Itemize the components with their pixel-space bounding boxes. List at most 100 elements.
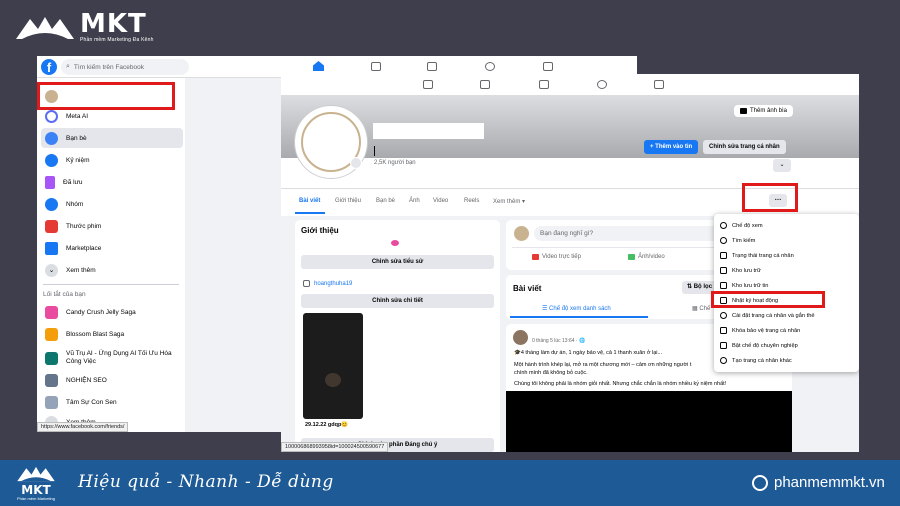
add-cover-label: Thêm ảnh bìa [750,108,788,114]
brand-sub: Phần mềm Marketing Đa Kênh [80,37,154,43]
camera-icon[interactable] [350,157,362,169]
home-icon[interactable] [423,80,433,89]
tab-videos[interactable]: Video [433,198,448,204]
edit-profile-button[interactable]: Chỉnh sửa trang cá nhân [703,140,786,154]
mkt-brand: MKT Phần mềm Marketing Đa Kênh [14,11,154,43]
menu-item-label: Tạo trang cá nhân khác [732,357,792,364]
sidebar-item-friends[interactable]: Bạn bè [41,128,183,148]
edit-details-button[interactable]: Chỉnh sửa chi tiết [301,294,494,308]
filter-label: Bộ lọc [693,284,713,290]
groups-icon[interactable] [485,62,495,71]
edit-bio-button[interactable]: Chỉnh sửa tiểu sử [301,255,494,269]
eye-icon [720,222,727,229]
chevron-down-icon: ⌄ [45,263,58,277]
live-video-label: Video trực tiếp [542,254,581,260]
facebook-logo-icon[interactable]: f [41,59,57,75]
instagram-icon [303,280,310,287]
menu-item-story-archive[interactable]: Kho lưu trữ tin [720,282,768,289]
sidebar-item-label: Meta AI [66,112,89,120]
shortcut-label: Vũ Trụ AI - Ứng Dụng AI Tối Ưu Hóa Công … [66,350,172,365]
instagram-link[interactable]: hoangthuha19 [303,280,352,287]
gaming-icon[interactable] [543,62,553,71]
sidebar-item-label: Nhóm [66,200,84,208]
search-input[interactable]: ⌕ Tìm kiếm trên Facebook [61,59,189,75]
menu-item-profile-settings[interactable]: Cài đặt trang cá nhân và gắn thẻ [720,312,815,319]
live-video-button[interactable]: Video trực tiếp [532,254,581,260]
divider [43,284,179,285]
status-url: 100006868993958id=100024500590677 [281,442,389,452]
shortcut-tam-su[interactable]: Tâm Sự Con Sen [41,392,183,412]
shortcut-label: Tâm Sự Con Sen [66,398,117,406]
highlight-more-button-box [742,183,798,212]
post-media[interactable] [506,391,792,452]
featured-photo[interactable] [303,313,363,419]
reels-icon [45,219,58,233]
posts-title: Bài viết [513,284,542,293]
sidebar-item-label: Xem thêm [66,266,96,274]
group-icon [45,373,58,387]
sidebar-item-see-more[interactable]: ⌄ Xem thêm [41,260,183,280]
footer-logo-sub: Phần mềm Marketing [16,496,55,501]
shortcut-vu-tru-ai[interactable]: Vũ Trụ AI - Ứng Dụng AI Tối Ưu Hóa Công … [41,346,183,370]
menu-item-professional-mode[interactable]: Bật chế độ chuyên nghiệp [720,342,798,349]
meta-ai-icon [45,109,58,123]
menu-item-profile-status[interactable]: Trạng thái trang cá nhân [720,252,794,259]
list-view-tab[interactable]: ☰ Chế độ xem danh sách [542,305,611,312]
search-icon: ⌕ [66,63,70,70]
shortcut-nghien-seo[interactable]: NGHIỆN SEO [41,370,183,390]
video-icon[interactable] [480,80,490,89]
tab-about[interactable]: Giới thiệu [335,198,361,204]
sidebar-item-saved[interactable]: Đã lưu [41,172,183,192]
status-url: https://www.facebook.com/friends/ [37,422,129,432]
marketplace-icon[interactable] [539,80,549,89]
photo-content [325,373,341,387]
website-link[interactable]: phanmemmkt.vn [752,474,885,491]
menu-item-label: Tìm kiếm [732,237,756,244]
marketplace-icon[interactable] [427,62,437,71]
memories-icon [45,153,58,167]
menu-item-archive[interactable]: Kho lưu trữ [720,267,761,274]
footer-logo: MKT Phần mềm Marketing [16,464,56,501]
photo-video-button[interactable]: Ảnh/video [628,254,665,260]
tab-reels[interactable]: Reels [464,198,479,204]
add-to-story-button[interactable]: + Thêm vào tin [644,140,699,154]
sidebar-item-memories[interactable]: Kỷ niệm [41,150,183,170]
profile-avatar[interactable] [295,106,367,178]
grid-view-label: Chế [699,306,711,312]
groups-icon[interactable] [597,80,607,89]
gaming-icon[interactable] [654,80,664,89]
video-icon[interactable] [371,62,381,71]
tab-posts[interactable]: Bài viết [299,198,320,204]
menu-item-create-profile[interactable]: Tạo trang cá nhân khác [720,357,792,364]
home-icon[interactable] [313,61,324,71]
mkt-logo-icon [17,466,55,482]
shortcut-candy-crush[interactable]: Candy Crush Jelly Saga [41,302,183,322]
post-line: Chúng tôi không phải là nhóm giỏi nhất. … [514,381,727,387]
menu-item-label: Khóa bảo vệ trang cá nhân [732,327,801,334]
sidebar-item-groups[interactable]: Nhóm [41,194,183,214]
search-icon [720,237,727,244]
text-cursor [374,146,375,156]
shortcut-blossom-blast[interactable]: Blossom Blast Saga [41,324,183,344]
tab-photos[interactable]: Ảnh [409,198,420,204]
heart-icon [391,240,399,246]
grid-view-tab[interactable]: ▦ Chế [692,305,710,312]
game-icon [45,327,58,341]
shortcuts-title: Lối tắt của bạn [43,291,86,298]
sidebar-item-marketplace[interactable]: Marketplace [41,238,183,258]
post-line: chính mình đã không bỏ cuộc. [514,370,588,376]
photo-caption: 29.12.22 gdqp😊 [305,422,349,428]
menu-item-view-as[interactable]: Chế độ xem [720,222,763,229]
chevron-down-icon[interactable]: ⌄ [773,159,791,172]
tab-friends[interactable]: Bạn bè [376,198,395,204]
menu-item-label: Kho lưu trữ tin [732,282,769,289]
add-cover-button[interactable]: Thêm ảnh bìa [734,105,794,117]
sidebar-item-label: Marketplace [66,244,102,252]
menu-item-profile-lock[interactable]: Khóa bảo vệ trang cá nhân [720,327,800,334]
sidebar-item-reels[interactable]: Thước phim [41,216,183,236]
shortcut-label: NGHIỆN SEO [66,376,107,384]
filter-icon: ⇅ [687,284,694,290]
tab-more[interactable]: Xem thêm ▾ [493,198,525,205]
menu-item-search[interactable]: Tìm kiếm [720,237,755,244]
menu-item-label: Kho lưu trữ [732,267,761,274]
